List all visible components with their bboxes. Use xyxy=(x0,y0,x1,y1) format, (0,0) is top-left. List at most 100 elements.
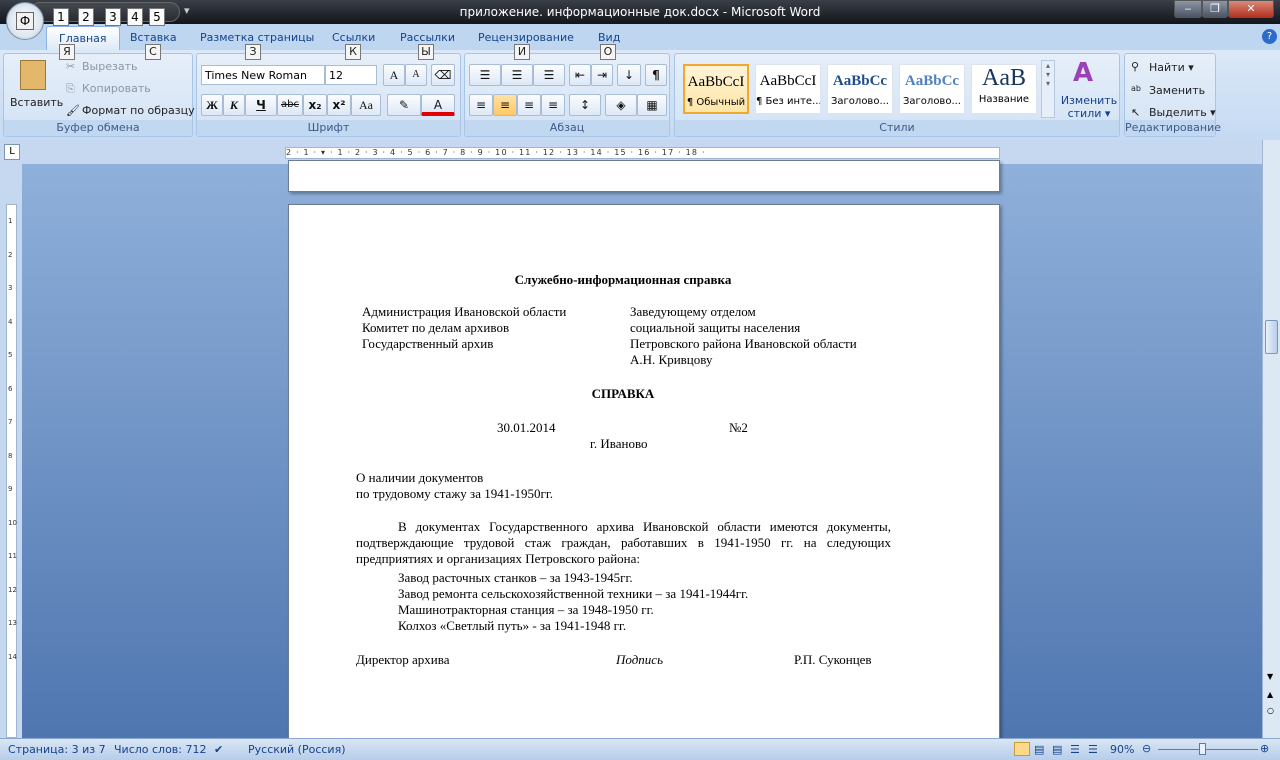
minimize-button[interactable]: ‒ xyxy=(1174,0,1202,18)
print-layout-icon[interactable] xyxy=(1014,742,1030,756)
tab-selector-button[interactable]: L xyxy=(4,144,20,160)
copy-button[interactable]: Копировать xyxy=(82,82,151,95)
editing-label: Редактирование xyxy=(1125,120,1221,136)
vertical-ruler[interactable]: 1 2 3 4 5 6 7 8 9 10 11 12 13 14 xyxy=(0,164,22,738)
sort-icon[interactable]: ↓ xyxy=(617,64,641,86)
highlight-icon[interactable]: ✎ xyxy=(387,94,421,116)
bullets-icon[interactable]: ☰ xyxy=(469,64,501,86)
previous-page xyxy=(288,160,1000,192)
font-group: Times New Roman 12 A A ⌫ Ж К Ч abc x₂ x²… xyxy=(196,53,461,137)
justify-icon[interactable]: ≡ xyxy=(541,94,565,116)
zoom-slider[interactable] xyxy=(1158,749,1258,750)
shrink-font-button[interactable]: A xyxy=(405,64,427,86)
list-item: Машинотракторная станция – за 1948-1950 … xyxy=(398,602,654,617)
change-case-button[interactable]: Aa xyxy=(351,94,381,116)
multilevel-list-icon[interactable]: ☰ xyxy=(533,64,565,86)
tab-page-layout[interactable]: Разметка страницы xyxy=(200,31,314,44)
tab-references[interactable]: Ссылки xyxy=(332,31,375,44)
format-painter-button[interactable]: Формат по образцу xyxy=(82,104,195,117)
doc-heading: Служебно-информационная справка xyxy=(514,272,732,287)
vruler-tick: 9 xyxy=(8,485,13,493)
draft-icon[interactable]: ☰ xyxy=(1088,743,1098,756)
list-item: Колхоз «Светлый путь» - за 1941-1948 гг. xyxy=(398,618,627,633)
style-no-spacing[interactable]: AaBbCcI ¶ Без инте... xyxy=(755,64,821,114)
font-name-select[interactable]: Times New Roman xyxy=(201,65,325,85)
tab-mailings[interactable]: Рассылки xyxy=(400,31,455,44)
tab-home[interactable]: Главная xyxy=(46,26,120,52)
qat-key-save[interactable]: 1 xyxy=(53,8,69,26)
qat-key-redo[interactable]: 3 xyxy=(105,8,121,26)
clipboard-label: Буфер обмена xyxy=(4,120,192,136)
borders-icon[interactable]: ▦ xyxy=(637,94,667,116)
list-item: Завод ремонта сельскохозяйственной техни… xyxy=(398,586,749,601)
style-heading-1[interactable]: AaBbCc Заголово... xyxy=(827,64,893,114)
web-layout-icon[interactable]: ▤ xyxy=(1052,743,1062,756)
zoom-out-icon[interactable]: ⊖ xyxy=(1142,742,1151,755)
recipient-block: Заведующему отделом социальной защиты нас… xyxy=(630,304,857,367)
superscript-button[interactable]: x² xyxy=(327,94,351,116)
zoom-level[interactable]: 90% xyxy=(1110,743,1134,756)
change-styles-button[interactable]: Изменить стили ▾ xyxy=(1059,94,1119,120)
strikethrough-button[interactable]: abc xyxy=(277,94,303,116)
clear-format-icon[interactable]: ⌫ xyxy=(431,64,455,86)
outline-icon[interactable]: ☰ xyxy=(1070,743,1080,756)
align-left-icon[interactable]: ≡ xyxy=(469,94,493,116)
vertical-scrollbar[interactable]: ▼ ▲ ○ xyxy=(1262,140,1280,738)
paste-button[interactable]: Вставить xyxy=(10,96,63,109)
tab-review[interactable]: Рецензирование xyxy=(478,31,574,44)
line-spacing-icon[interactable]: ↕ xyxy=(569,94,601,116)
qat-key-new[interactable]: 5 xyxy=(149,8,165,26)
font-size-select[interactable]: 12 xyxy=(325,65,377,85)
qat-customize-icon[interactable]: ▾ xyxy=(184,4,190,17)
word-count[interactable]: Число слов: 712 xyxy=(114,743,207,756)
italic-button[interactable]: К xyxy=(223,94,245,116)
restore-button[interactable]: ❐ xyxy=(1202,0,1228,18)
vruler-tick: 1 xyxy=(8,217,13,225)
scroll-down-icon[interactable]: ▼ xyxy=(1267,672,1273,681)
vruler-tick: 5 xyxy=(8,351,13,359)
font-color-icon[interactable]: A xyxy=(421,94,455,116)
align-right-icon[interactable]: ≡ xyxy=(517,94,541,116)
prev-page-icon[interactable]: ▲ xyxy=(1267,690,1273,699)
help-icon[interactable]: ? xyxy=(1262,29,1277,44)
browse-object-icon[interactable]: ○ xyxy=(1267,706,1274,715)
underline-button[interactable]: Ч xyxy=(245,94,277,116)
decrease-indent-icon[interactable]: ⇤ xyxy=(569,64,591,86)
increase-indent-icon[interactable]: ⇥ xyxy=(591,64,613,86)
select-button[interactable]: Выделить ▾ xyxy=(1149,106,1216,119)
style-title[interactable]: AaB Название xyxy=(971,64,1037,114)
qat-key-print[interactable]: 4 xyxy=(127,8,143,26)
page-count[interactable]: Страница: 3 из 7 xyxy=(8,743,106,756)
find-icon: ⚲ xyxy=(1131,60,1140,73)
replace-button[interactable]: Заменить xyxy=(1149,84,1205,97)
style-heading-2[interactable]: AaBbCc Заголово... xyxy=(899,64,965,114)
tab-insert[interactable]: Вставка xyxy=(130,31,177,44)
close-button[interactable]: ✕ xyxy=(1228,0,1274,18)
paragraph-group: ☰ ☰ ☰ ⇤ ⇥ ↓ ¶ ≡ ≡ ≡ ≡ ↕ ◈ ▦ Абзац xyxy=(464,53,670,137)
style-normal[interactable]: AaBbCcI ¶ Обычный xyxy=(683,64,749,114)
qat-key-undo[interactable]: 2 xyxy=(78,8,94,26)
paragraph-label: Абзац xyxy=(465,120,669,136)
full-screen-icon[interactable]: ▤ xyxy=(1034,743,1044,756)
subscript-button[interactable]: x₂ xyxy=(303,94,327,116)
numbering-icon[interactable]: ☰ xyxy=(501,64,533,86)
align-center-icon[interactable]: ≡ xyxy=(493,94,517,116)
tab-view[interactable]: Вид xyxy=(598,31,620,44)
grow-font-button[interactable]: A xyxy=(383,64,405,86)
zoom-slider-thumb[interactable] xyxy=(1199,743,1207,755)
language[interactable]: Русский (Россия) xyxy=(248,743,346,756)
zoom-in-icon[interactable]: ⊕ xyxy=(1260,742,1269,755)
find-button[interactable]: Найти ▾ xyxy=(1149,61,1194,74)
office-button[interactable]: Ф xyxy=(6,2,44,40)
horizontal-ruler[interactable]: 2 · 1 · ▾ · 1 · 2 · 3 · 4 · 5 · 6 · 7 · … xyxy=(285,147,1000,159)
cut-button[interactable]: Вырезать xyxy=(82,60,137,73)
bold-button[interactable]: Ж xyxy=(201,94,223,116)
styles-scroll[interactable]: ▴ ▾ ▾ xyxy=(1041,60,1055,118)
scrollbar-thumb[interactable] xyxy=(1265,320,1278,354)
doc-city: г. Иваново xyxy=(590,436,648,451)
show-formatting-button[interactable]: ¶ xyxy=(645,64,667,86)
font-label: Шрифт xyxy=(197,120,460,136)
shading-icon[interactable]: ◈ xyxy=(605,94,637,116)
paste-icon xyxy=(20,60,46,90)
proofing-icon[interactable]: ✔ xyxy=(214,743,223,756)
